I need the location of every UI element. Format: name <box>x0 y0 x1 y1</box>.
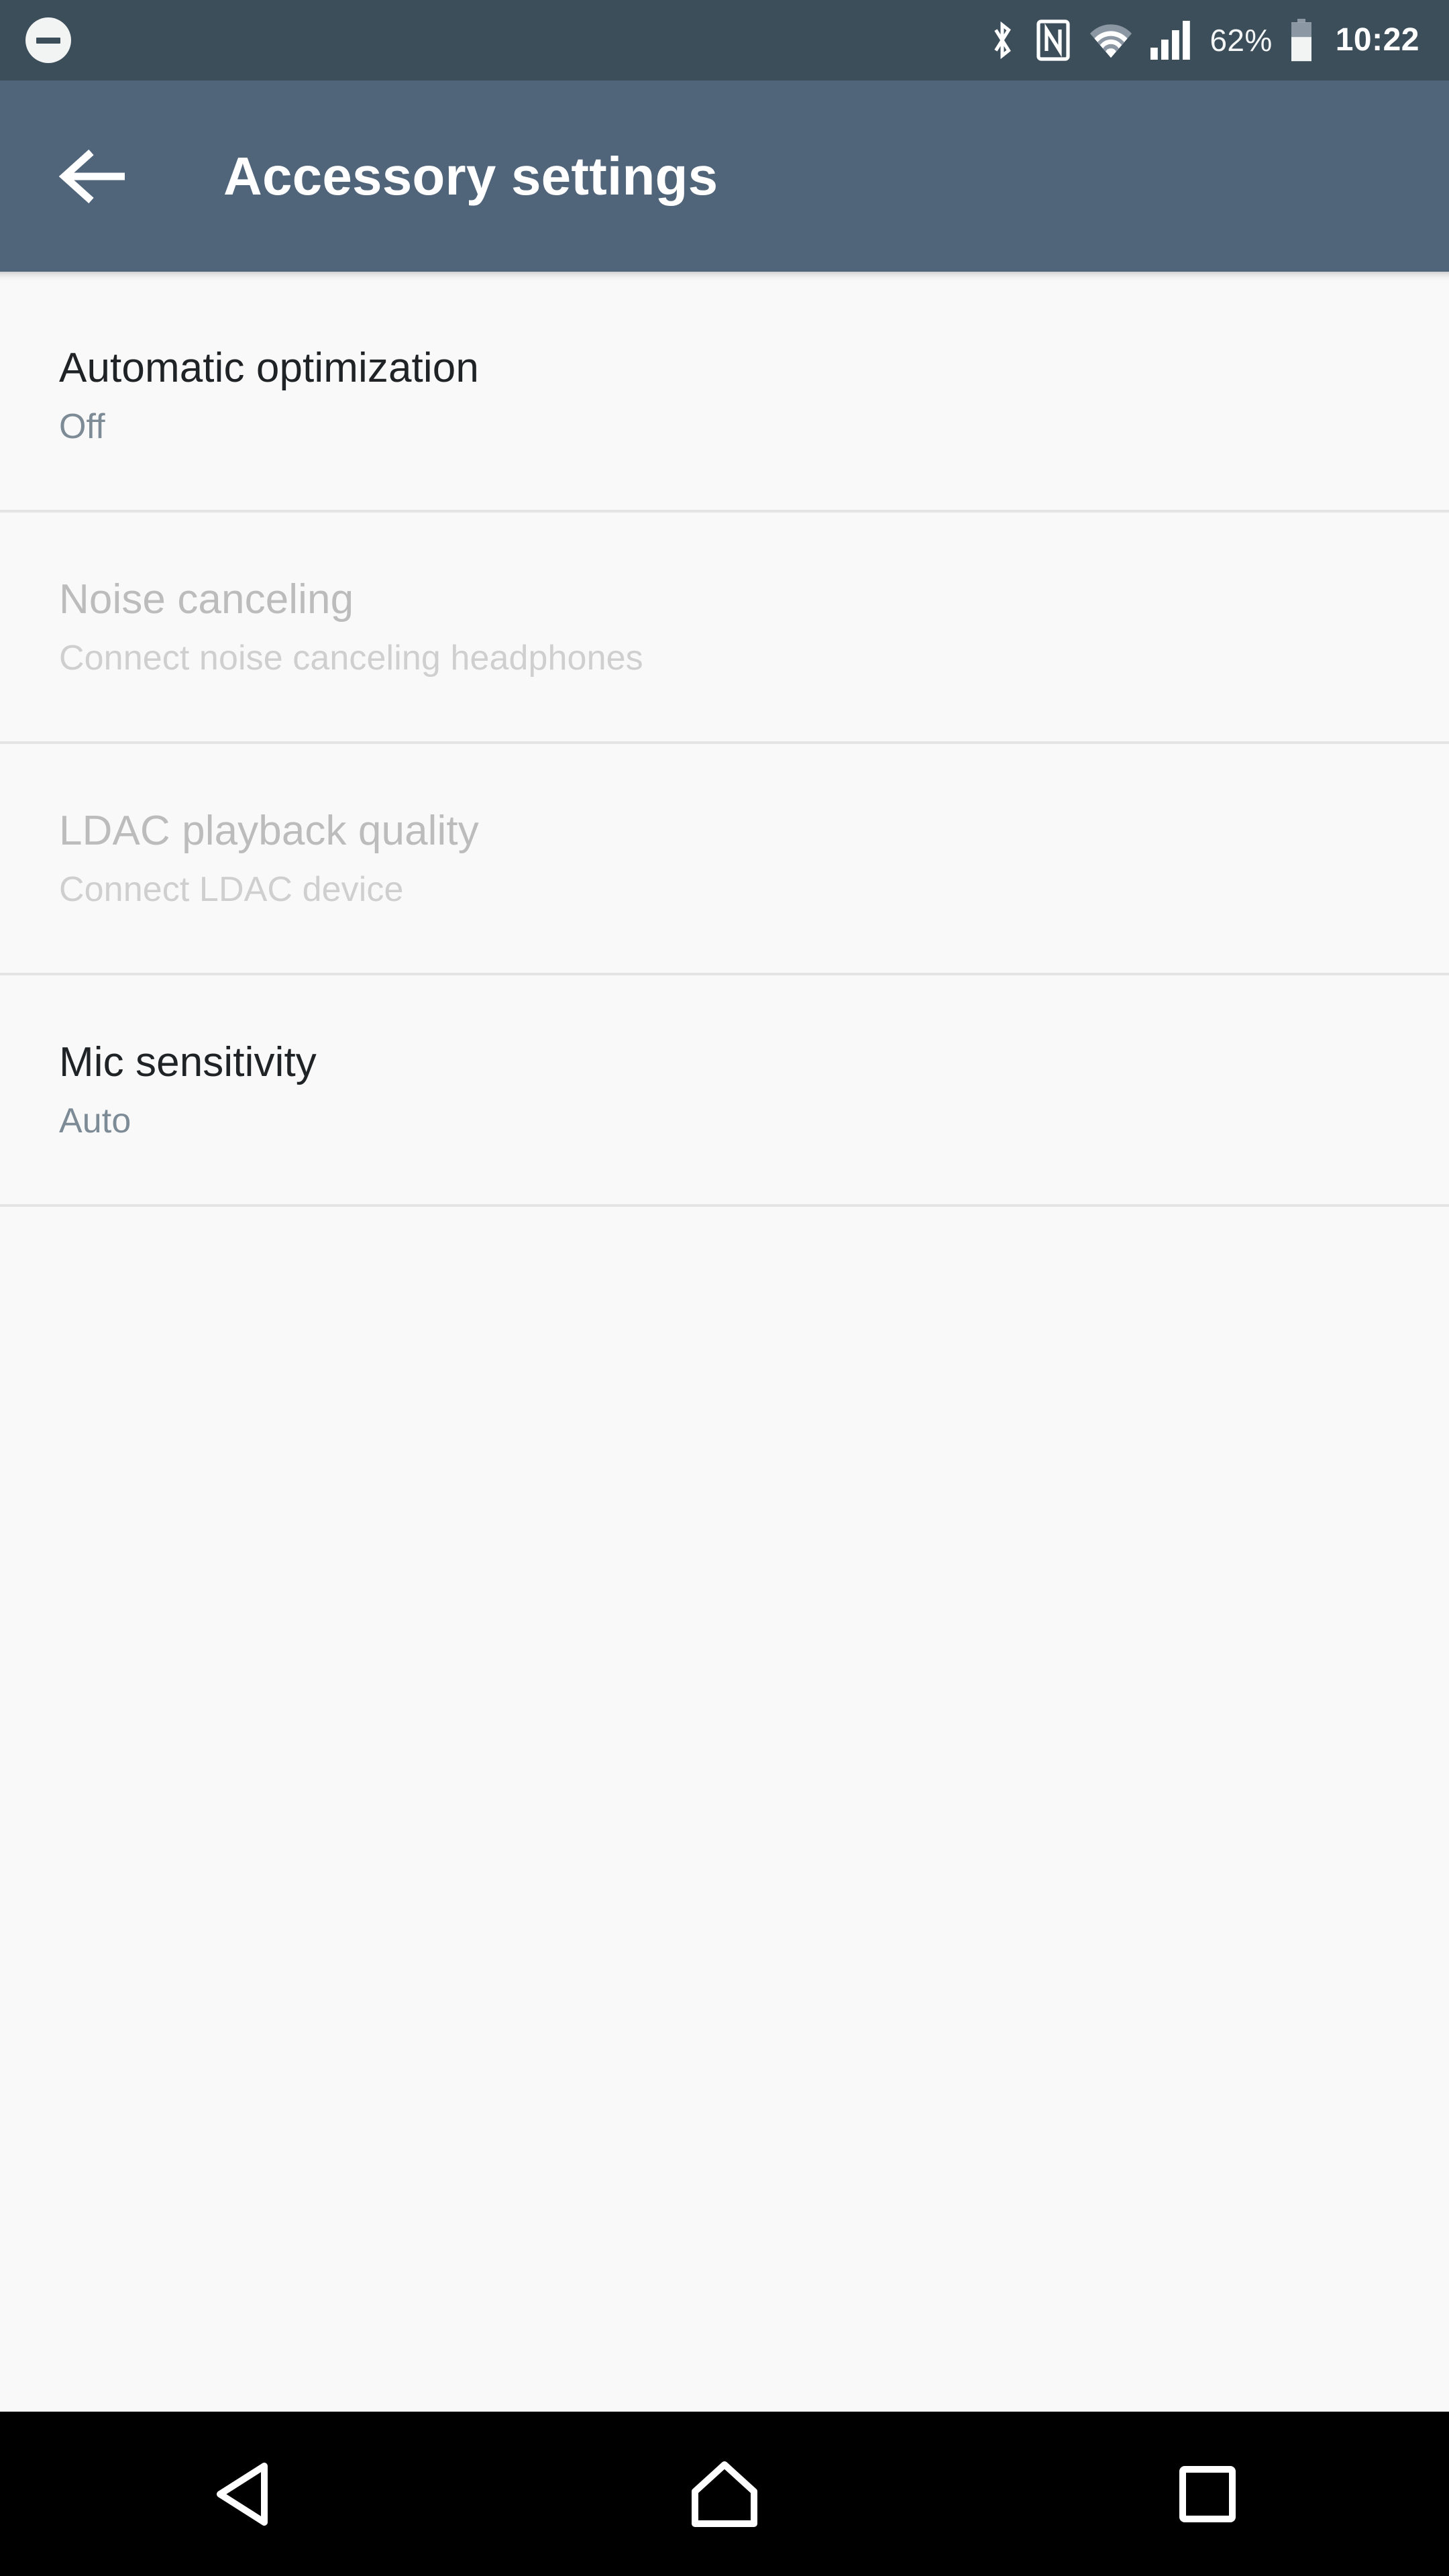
nav-home-button[interactable] <box>483 2412 966 2576</box>
setting-title: LDAC playback quality <box>59 807 479 854</box>
phone-screen: 62% 10:22 Accessory settings Automatic o… <box>0 0 1449 2576</box>
clock-label: 10:22 <box>1335 22 1419 58</box>
wifi-icon <box>1090 24 1132 58</box>
status-bar-left <box>25 17 71 63</box>
cellular-signal-icon <box>1150 21 1191 60</box>
nfc-icon <box>1036 19 1071 61</box>
do-not-disturb-icon <box>25 17 71 63</box>
do-not-disturb-bar <box>36 37 60 44</box>
setting-summary: Off <box>59 407 105 447</box>
bluetooth-icon <box>994 21 1012 60</box>
setting-title: Noise canceling <box>59 576 354 623</box>
app-bar-shadow <box>0 272 1449 281</box>
app-bar: Accessory settings <box>0 80 1449 272</box>
settings-list: Automatic optimization Off Noise canceli… <box>0 281 1449 2412</box>
page-title: Accessory settings <box>223 146 718 206</box>
nav-back-icon <box>217 2462 268 2526</box>
battery-icon <box>1291 19 1311 62</box>
back-button[interactable] <box>59 136 140 217</box>
nav-recents-icon <box>1179 2465 1236 2522</box>
setting-automatic-optimization[interactable]: Automatic optimization Off <box>0 281 1449 513</box>
setting-noise-canceling: Noise canceling Connect noise canceling … <box>0 513 1449 744</box>
setting-title: Mic sensitivity <box>59 1038 317 1085</box>
setting-title: Automatic optimization <box>59 344 479 391</box>
setting-summary: Connect noise canceling headphones <box>59 639 643 678</box>
battery-percent-label: 62% <box>1210 23 1273 58</box>
status-bar: 62% 10:22 <box>0 0 1449 80</box>
nav-back-button[interactable] <box>0 2412 483 2576</box>
setting-ldac-playback-quality: LDAC playback quality Connect LDAC devic… <box>0 744 1449 975</box>
setting-summary: Connect LDAC device <box>59 870 404 910</box>
setting-summary: Auto <box>59 1102 131 1141</box>
setting-mic-sensitivity[interactable]: Mic sensitivity Auto <box>0 975 1449 1207</box>
status-bar-right: 62% 10:22 <box>987 19 1419 62</box>
back-arrow-icon <box>59 149 125 203</box>
navigation-bar <box>0 2412 1449 2576</box>
nav-recents-button[interactable] <box>966 2412 1449 2576</box>
nav-home-icon <box>692 2461 757 2527</box>
